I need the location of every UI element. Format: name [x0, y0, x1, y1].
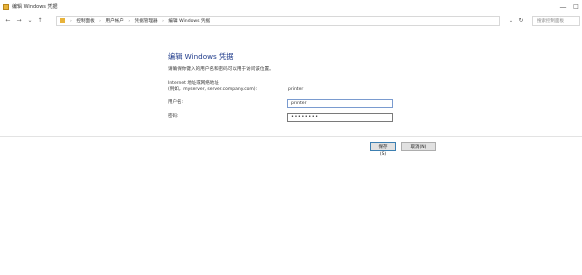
control-panel-icon [60, 18, 65, 23]
page-title: 编辑 Windows 凭据 [168, 52, 234, 61]
password-input[interactable]: •••••••• [287, 113, 393, 122]
search-placeholder: 搜索控制面板 [537, 19, 564, 24]
address-label-line2: (例如，myserver, server.company.com): [168, 87, 258, 92]
footer-divider [0, 136, 582, 137]
cancel-button[interactable]: 取消(N) [401, 142, 436, 151]
breadcrumb-separator: › [128, 19, 131, 24]
breadcrumb-control-panel[interactable]: 控制面板 [76, 19, 94, 24]
back-arrow-icon[interactable]: ← [4, 16, 12, 26]
navigation-bar: ← → ⌄ ↑ › 控制面板 › 用户帐户 › 凭据管理器 › 编辑 Windo… [0, 14, 582, 28]
address-bar[interactable]: › 控制面板 › 用户帐户 › 凭据管理器 › 编辑 Windows 凭据 [56, 16, 500, 26]
forward-arrow-icon[interactable]: → [15, 16, 23, 26]
title-bar: 编辑 Windows 凭据 — □ [0, 0, 582, 14]
breadcrumb-credential-manager[interactable]: 凭据管理器 [135, 19, 158, 24]
minimize-button[interactable]: — [558, 1, 568, 13]
breadcrumb-separator: › [99, 19, 102, 24]
credential-manager-icon [3, 4, 9, 10]
password-label: 密码: [168, 114, 179, 119]
up-arrow-icon[interactable]: ↑ [36, 16, 44, 26]
breadcrumb-separator: › [70, 19, 72, 24]
breadcrumb-separator: › [162, 19, 164, 24]
maximize-button[interactable]: □ [571, 1, 581, 13]
username-input[interactable] [287, 99, 393, 108]
recent-locations-icon[interactable]: ⌄ [26, 16, 34, 26]
refresh-icon[interactable]: ↻ [517, 16, 525, 26]
username-label: 用户名: [168, 100, 184, 105]
window-title: 编辑 Windows 凭据 [12, 4, 58, 10]
save-button[interactable]: 保存(S) [370, 142, 396, 157]
address-value: printer [288, 87, 304, 92]
breadcrumb-edit-credential[interactable]: 编辑 Windows 凭据 [168, 19, 210, 24]
breadcrumb-user-accounts[interactable]: 用户帐户 [105, 19, 123, 24]
search-input[interactable]: 搜索控制面板 [532, 16, 580, 26]
address-dropdown-icon[interactable]: ⌄ [508, 16, 514, 26]
page-description: 请确保你键入的用户名和密码可以用于访问该位置。 [168, 67, 274, 72]
breadcrumb: › 控制面板 › 用户帐户 › 凭据管理器 › 编辑 Windows 凭据 [67, 17, 210, 26]
